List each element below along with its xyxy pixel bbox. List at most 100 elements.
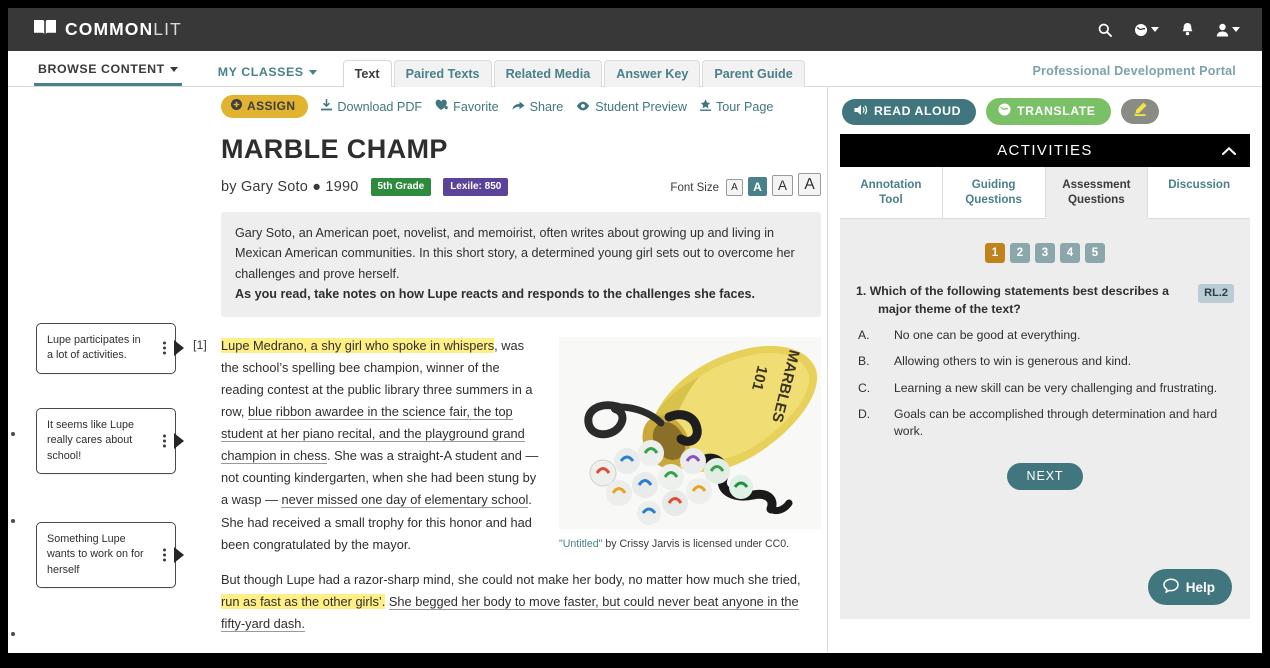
paragraph-2[interactable]: But though Lupe had a razor-sharp mind, … [221, 569, 821, 635]
question-nav-2[interactable]: 2 [1010, 243, 1030, 264]
tab-annotation-tool[interactable]: Annotation Tool [840, 167, 943, 220]
secondary-navigation-bar: BROWSE CONTENT MY CLASSES Text Paired Te… [8, 51, 1262, 87]
font-size-option-2[interactable]: A [748, 177, 767, 196]
tab-paired-texts[interactable]: Paired Texts [393, 60, 492, 87]
annotation-menu-icon[interactable] [163, 341, 166, 355]
next-button-wrapper: NEXT [856, 462, 1234, 490]
choice-letter: D. [858, 407, 871, 422]
question-nav-4[interactable]: 4 [1060, 243, 1080, 264]
tab-label-line2: Questions [1068, 193, 1125, 207]
tab-related-media[interactable]: Related Media [493, 60, 603, 87]
share-button[interactable]: Share [512, 100, 563, 114]
commonlit-logo[interactable]: COMMONLIT [34, 19, 182, 40]
annotation-note[interactable]: Lupe participates in a lot of activities… [36, 323, 184, 374]
tab-label-line1: Assessment [1062, 178, 1131, 191]
activity-tabs: Annotation Tool Guiding Questions Assessme… [840, 167, 1250, 220]
heart-icon [435, 99, 448, 114]
question-nav-5[interactable]: 5 [1085, 243, 1105, 264]
highlighter-button[interactable] [1120, 99, 1159, 124]
chevron-down-icon [308, 69, 317, 75]
nav-browse-content[interactable]: BROWSE CONTENT [34, 62, 182, 86]
tab-label-line1: Annotation [860, 178, 922, 191]
article-intro-box: Gary Soto, an American poet, novelist, a… [221, 212, 821, 317]
page-title: MARBLE CHAMP [221, 134, 448, 164]
question-nav-1[interactable]: 1 [985, 243, 1005, 264]
chevron-up-icon[interactable] [1221, 142, 1237, 159]
article-body[interactable]: 101 MARBLES "Untitled" by Crissy Jarvis … [193, 335, 821, 653]
text-span: But though Lupe had a razor-sharp mind, … [221, 571, 801, 587]
tour-page-button[interactable]: Tour Page [699, 99, 773, 114]
answer-choice-c[interactable]: C. Learning a new skill can be very chal… [856, 380, 1234, 397]
annotation-menu-icon[interactable] [163, 434, 166, 448]
speaker-icon [854, 104, 868, 119]
font-size-option-4[interactable]: A [798, 173, 821, 196]
share-arrow-icon [512, 100, 525, 114]
tab-assessment-questions[interactable]: Assessment Questions [1045, 167, 1149, 220]
highlighter-pen-icon [1132, 101, 1148, 122]
tab-text[interactable]: Text [342, 60, 392, 87]
reading-tools-row: READ ALOUD TRANSLATE [828, 87, 1262, 134]
annotated-span[interactable]: never missed one day of elementary schoo… [281, 492, 529, 509]
question-number-label: 1. [856, 284, 867, 299]
tab-parent-guide[interactable]: Parent Guide [702, 60, 805, 87]
eye-icon [576, 100, 590, 114]
annotation-menu-icon[interactable] [163, 548, 166, 562]
choice-text: Allowing others to win is generous and k… [894, 354, 1132, 369]
download-pdf-label: Download PDF [337, 99, 423, 114]
professional-development-portal-link[interactable]: Professional Development Portal [1032, 64, 1236, 78]
open-book-icon [34, 19, 56, 40]
student-preview-label: Student Preview [595, 99, 687, 114]
annotation-gutter: Lupe participates in a lot of activities… [8, 87, 208, 653]
choice-text: No one can be good at everything. [894, 328, 1081, 343]
next-button[interactable]: NEXT [1006, 462, 1084, 490]
font-size-option-1[interactable]: A [726, 179, 743, 196]
question-nav-3[interactable]: 3 [1035, 243, 1055, 264]
question-row: 1. Which of the following statements bes… [856, 283, 1234, 318]
annotation-note-text: It seems like Lupe really cares about sc… [47, 419, 135, 462]
tab-answer-key[interactable]: Answer Key [604, 60, 701, 87]
assign-button[interactable]: ASSIGN [221, 95, 309, 118]
download-pdf-button[interactable]: Download PDF [321, 99, 422, 114]
chevron-down-icon [169, 66, 178, 72]
highlight-span[interactable]: run as fast as the other girls’. [221, 593, 386, 609]
globe-icon[interactable] [1134, 23, 1159, 37]
intro-prompt: As you read, take notes on how Lupe reac… [235, 287, 755, 302]
annotation-note[interactable]: It seems like Lupe really cares about sc… [36, 408, 184, 474]
annotation-note-text: Something Lupe wants to work on for hers… [47, 533, 144, 576]
grade-level-badge: 5th Grade [370, 178, 432, 196]
tab-label-line2: Tool [879, 193, 903, 207]
answer-choice-a[interactable]: A. No one can be good at everything. [856, 327, 1234, 344]
activities-header[interactable]: ACTIVITIES [840, 134, 1250, 167]
translate-label: TRANSLATE [1017, 104, 1096, 118]
paragraph-1[interactable]: [1] Lupe Medrano, a shy girl who spoke in… [193, 335, 821, 556]
answer-choice-d[interactable]: D. Goals can be accomplished through det… [856, 406, 1234, 441]
tab-guiding-questions[interactable]: Guiding Questions [942, 167, 1046, 220]
paragraph-3[interactable]: The truth was that Lupe was no good in s… [221, 648, 821, 653]
top-navigation-bar: COMMONLIT [8, 8, 1262, 51]
brand-wordmark: COMMONLIT [65, 19, 182, 39]
activities-pane: READ ALOUD TRANSLATE ACTIVITIES Annotati… [827, 87, 1262, 653]
byline-row: by Gary Soto ● 1990 5th Grade Lexile: 85… [221, 173, 821, 196]
translate-button[interactable]: TRANSLATE [986, 98, 1111, 125]
search-icon[interactable] [1098, 23, 1112, 37]
question-navigator: 1 2 3 4 5 [856, 243, 1234, 264]
main-content-split: ASSIGN Download PDF Favorite Share Stude… [8, 87, 1262, 653]
font-size-option-3[interactable]: A [772, 175, 793, 196]
chevron-down-icon [1151, 27, 1159, 32]
highlight-span[interactable]: Lupe Medrano, a shy girl who spoke in wh… [221, 337, 495, 353]
app-window: COMMONLIT BROWSE CONTENT MY CLASSES Text… [8, 8, 1262, 653]
bell-icon[interactable] [1181, 22, 1194, 37]
favorite-button[interactable]: Favorite [435, 99, 499, 114]
reading-pane: ASSIGN Download PDF Favorite Share Stude… [8, 87, 827, 653]
annotation-anchor-dot [11, 432, 15, 436]
annotation-note[interactable]: Something Lupe wants to work on for hers… [36, 522, 184, 588]
nav-my-classes[interactable]: MY CLASSES [214, 65, 321, 86]
student-preview-button[interactable]: Student Preview [576, 100, 687, 114]
download-icon [321, 99, 333, 114]
read-aloud-button[interactable]: READ ALOUD [842, 98, 977, 125]
user-icon[interactable] [1216, 23, 1240, 37]
tab-discussion[interactable]: Discussion [1148, 167, 1250, 220]
help-button[interactable]: Help [1147, 569, 1232, 606]
choice-text: Learning a new skill can be very challen… [894, 380, 1218, 395]
answer-choice-b[interactable]: B. Allowing others to win is generous an… [856, 353, 1234, 370]
